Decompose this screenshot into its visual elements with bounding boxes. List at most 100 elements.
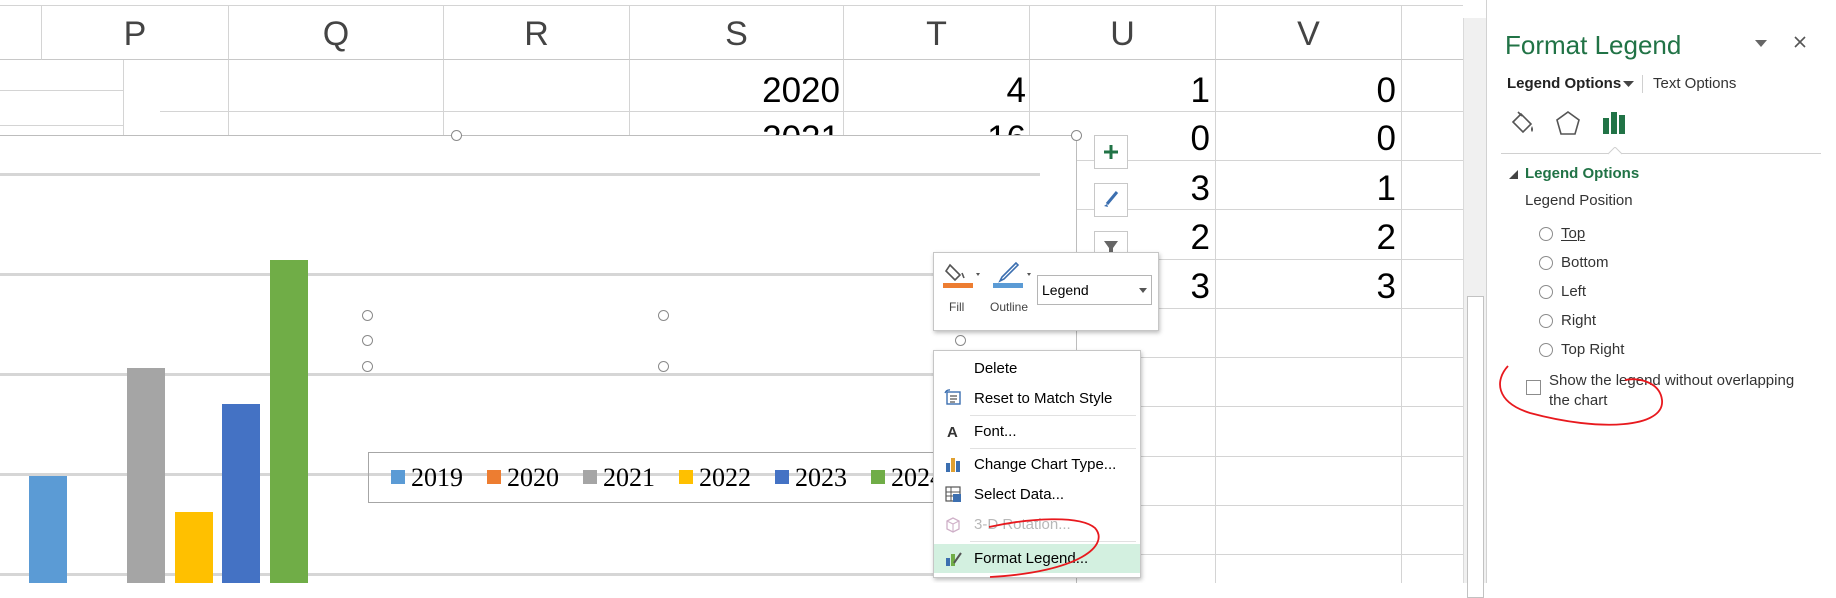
radio-bottom[interactable] — [1539, 256, 1553, 270]
effects-icon[interactable] — [1553, 108, 1583, 138]
radio-top-right[interactable] — [1539, 343, 1553, 357]
legend-resize-handle[interactable] — [362, 361, 373, 372]
grid-line — [0, 125, 123, 126]
cell-t-row1[interactable]: 4 — [844, 67, 1026, 115]
chart-styles-button[interactable] — [1094, 183, 1128, 217]
menu-item-reset-style[interactable]: Reset to Match Style — [934, 384, 1140, 413]
chart-element-select[interactable]: Legend — [1037, 275, 1152, 305]
radio-top-label[interactable]: Top — [1561, 225, 1585, 242]
outline-label: Outline — [990, 300, 1029, 314]
cell-s-2020[interactable]: 2020 — [630, 67, 840, 115]
column-header-v[interactable]: V — [1216, 6, 1402, 60]
format-pane: Format Legend Legend Options Text Option… — [1486, 0, 1836, 583]
radio-left-label[interactable]: Left — [1561, 283, 1586, 300]
legend-options-icon[interactable] — [1599, 106, 1631, 138]
chevron-down-icon[interactable] — [1623, 81, 1634, 88]
cell-v-row5[interactable]: 3 — [1216, 263, 1396, 311]
legend-label-2020: 2020 — [507, 463, 559, 492]
cell-v-row2[interactable]: 0 — [1216, 115, 1396, 163]
plus-icon — [1104, 145, 1118, 159]
column-header-p[interactable]: P — [42, 6, 229, 60]
radio-right-label[interactable]: Right — [1561, 312, 1596, 329]
chart-legend[interactable]: 2019 2020 2021 2022 2023 2024 — [368, 452, 960, 503]
legend-position-label: Legend Position — [1525, 192, 1633, 209]
section-legend-options[interactable]: Legend Options — [1525, 165, 1639, 182]
radio-left[interactable] — [1539, 285, 1553, 299]
menu-item-format-legend[interactable]: Format Legend... — [934, 544, 1140, 573]
column-header-t[interactable]: T — [844, 6, 1030, 60]
close-icon[interactable] — [1793, 35, 1807, 49]
cell-u-row1[interactable]: 1 — [1030, 67, 1210, 115]
mini-toolbar: Fill Outline Legend — [933, 252, 1159, 331]
column-header-q[interactable]: Q — [229, 6, 444, 60]
legend-label-2019: 2019 — [411, 463, 463, 492]
menu-item-font[interactable]: A Font... — [934, 417, 1140, 446]
tab-text-options[interactable]: Text Options — [1653, 75, 1736, 92]
menu-label: Font... — [974, 423, 1017, 440]
legend-resize-handle[interactable] — [658, 310, 669, 321]
chevron-down-icon — [1139, 288, 1147, 293]
radio-right[interactable] — [1539, 314, 1553, 328]
outline-button[interactable]: Outline — [990, 259, 1034, 321]
menu-label: Change Chart Type... — [974, 456, 1117, 473]
menu-label: Reset to Match Style — [974, 390, 1113, 407]
column-header-u[interactable]: U — [1030, 6, 1216, 60]
legend-label-2023: 2023 — [795, 463, 847, 492]
legend-swatch-2022 — [679, 470, 693, 484]
reset-style-icon — [944, 389, 961, 405]
cell-v-row4[interactable]: 2 — [1216, 214, 1396, 262]
menu-label: 3-D Rotation... — [974, 516, 1071, 533]
radio-top-right-label[interactable]: Top Right — [1561, 341, 1624, 358]
grid-line — [123, 60, 124, 135]
column-header-r[interactable]: R — [444, 6, 630, 60]
worksheet[interactable]: P Q R S T U V 2020 4 1 0 2021 16 0 0 3 1… — [0, 0, 1463, 583]
radio-top[interactable] — [1539, 227, 1553, 241]
pane-title: Format Legend — [1505, 30, 1682, 60]
menu-item-3d-rotation: 3-D Rotation... — [934, 510, 1140, 539]
legend-label-2022: 2022 — [699, 463, 751, 492]
bar-2024[interactable] — [270, 260, 308, 583]
tab-legend-options[interactable]: Legend Options — [1507, 75, 1621, 92]
fill-button[interactable]: Fill — [940, 259, 982, 321]
cell-v-row1[interactable]: 0 — [1216, 67, 1396, 115]
svg-text:A: A — [947, 424, 958, 440]
legend-resize-handle[interactable] — [362, 335, 373, 346]
menu-item-change-chart-type[interactable]: Change Chart Type... — [934, 450, 1140, 479]
scrollbar-thumb[interactable] — [1467, 296, 1484, 598]
bar-2021[interactable] — [127, 368, 165, 583]
menu-item-select-data[interactable]: Select Data... — [934, 480, 1140, 509]
menu-label: Format Legend... — [974, 550, 1089, 567]
chart-area[interactable]: 2019 2020 2021 2022 2023 2024 — [0, 135, 1077, 583]
cell-v-row3[interactable]: 1 — [1216, 165, 1396, 213]
bar-2022[interactable] — [175, 512, 213, 583]
chart-resize-handle[interactable] — [451, 130, 462, 141]
overlap-checkbox-label[interactable]: Show the legend without overlapping the … — [1549, 371, 1819, 411]
vertical-scrollbar[interactable] — [1463, 18, 1486, 598]
chart-resize-handle[interactable] — [1071, 130, 1082, 141]
menu-separator — [970, 415, 1136, 416]
grid-line — [0, 90, 123, 91]
collapse-triangle-icon[interactable] — [1509, 170, 1519, 180]
legend-resize-handle[interactable] — [362, 310, 373, 321]
menu-label: Delete — [974, 360, 1018, 377]
bar-2023[interactable] — [222, 404, 260, 583]
bar-2019[interactable] — [29, 476, 67, 583]
active-tab-pointer — [1608, 147, 1622, 155]
legend-resize-handle[interactable] — [658, 361, 669, 372]
column-header-next[interactable] — [1402, 6, 1463, 60]
column-header-partial[interactable] — [0, 6, 42, 60]
legend-swatch-2020 — [487, 470, 501, 484]
fill-line-icon[interactable] — [1507, 108, 1537, 138]
legend-resize-handle[interactable] — [955, 335, 966, 346]
chart-elements-button[interactable] — [1094, 135, 1128, 169]
font-icon: A — [947, 424, 958, 440]
radio-bottom-label[interactable]: Bottom — [1561, 254, 1609, 271]
select-data-icon — [945, 486, 961, 502]
chart-element-value: Legend — [1042, 282, 1089, 298]
pane-divider — [1501, 153, 1821, 154]
overlap-checkbox[interactable] — [1526, 380, 1541, 395]
legend-swatch-2023 — [775, 470, 789, 484]
pane-options-icon[interactable] — [1755, 40, 1767, 48]
column-header-s[interactable]: S — [630, 6, 844, 60]
menu-item-delete[interactable]: Delete — [934, 354, 1140, 383]
